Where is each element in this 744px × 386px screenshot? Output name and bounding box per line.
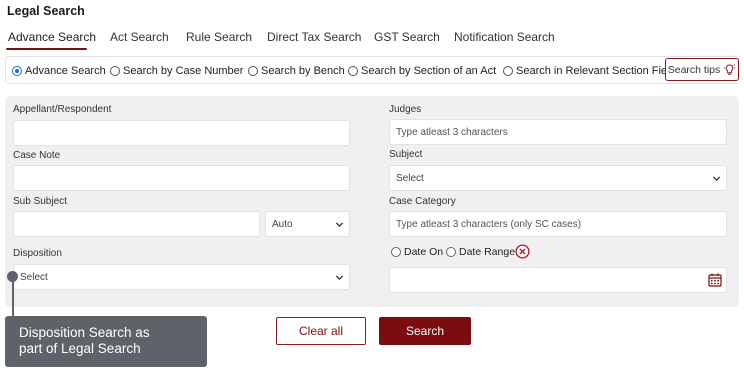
sub-subject-input[interactable] bbox=[13, 211, 260, 237]
case-note-input[interactable] bbox=[13, 165, 350, 191]
search-tips-label: Search tips bbox=[667, 63, 721, 76]
calendar-icon[interactable] bbox=[708, 273, 722, 287]
radio-label: Search in Relevant Section Field bbox=[516, 65, 676, 77]
case-category-input[interactable]: Type atleast 3 characters (only SC cases… bbox=[389, 211, 727, 237]
clear-date-icon[interactable] bbox=[515, 244, 530, 259]
disposition-label: Disposition bbox=[13, 248, 62, 259]
tab-direct-tax-search[interactable]: Direct Tax Search bbox=[267, 30, 361, 44]
radio-unchecked-icon bbox=[391, 247, 401, 257]
radio-label: Date Range bbox=[459, 246, 516, 258]
judges-input[interactable]: Type atleast 3 characters bbox=[389, 119, 727, 145]
tab-notification-search[interactable]: Notification Search bbox=[454, 30, 555, 44]
search-mode-row: Advance Search Search by Case Number Sea… bbox=[5, 56, 739, 84]
radio-unchecked-icon bbox=[446, 247, 456, 257]
radio-label: Search by Bench bbox=[261, 65, 345, 77]
search-button[interactable]: Search bbox=[379, 317, 471, 345]
sub-subject-label: Sub Subject bbox=[13, 196, 67, 207]
case-category-label: Case Category bbox=[389, 196, 456, 207]
chevron-down-icon bbox=[335, 275, 344, 281]
callout-line-1: Disposition Search as bbox=[19, 325, 150, 340]
case-note-label: Case Note bbox=[13, 150, 61, 161]
radio-label: Search by Section of an Act bbox=[361, 65, 497, 77]
tab-act-search[interactable]: Act Search bbox=[110, 30, 169, 44]
radio-label: Date On bbox=[404, 246, 444, 258]
callout-line-2: part of Legal Search bbox=[19, 341, 141, 356]
radio-unchecked-icon bbox=[248, 66, 258, 76]
appellant-input[interactable] bbox=[13, 120, 350, 146]
judges-label: Judges bbox=[389, 104, 422, 115]
sub-subject-mode-select[interactable]: Auto bbox=[265, 211, 350, 237]
radio-advance-search[interactable]: Advance Search bbox=[12, 65, 106, 77]
select-value: Auto bbox=[272, 218, 293, 230]
select-value: Select bbox=[20, 271, 48, 283]
radio-unchecked-icon bbox=[110, 66, 120, 76]
tab-rule-search[interactable]: Rule Search bbox=[186, 30, 252, 44]
radio-search-by-section[interactable]: Search by Section of an Act bbox=[348, 65, 496, 77]
search-tabs: Advance Search Act Search Rule Search Di… bbox=[0, 30, 744, 52]
disposition-select[interactable]: Select bbox=[13, 264, 350, 290]
callout-pointer-line bbox=[12, 276, 14, 317]
radio-unchecked-icon bbox=[348, 66, 358, 76]
annotation-callout: Disposition Search as part of Legal Sear… bbox=[5, 316, 207, 367]
appellant-label: Appellant/Respondent bbox=[13, 104, 112, 115]
radio-search-by-case-number[interactable]: Search by Case Number bbox=[110, 65, 243, 77]
chevron-down-icon bbox=[335, 222, 344, 228]
radio-date-range[interactable]: Date Range bbox=[446, 246, 515, 258]
radio-label: Advance Search bbox=[25, 65, 106, 77]
callout-pointer-dot bbox=[7, 271, 18, 282]
page-title: Legal Search bbox=[7, 4, 85, 18]
tab-gst-search[interactable]: GST Search bbox=[374, 30, 440, 44]
radio-date-on[interactable]: Date On bbox=[391, 246, 443, 258]
tab-advance-search[interactable]: Advance Search bbox=[8, 30, 96, 44]
subject-select[interactable]: Select bbox=[389, 165, 727, 191]
date-input[interactable] bbox=[389, 267, 727, 293]
chevron-down-icon bbox=[712, 176, 721, 182]
radio-search-by-bench[interactable]: Search by Bench bbox=[248, 65, 345, 77]
search-tips-button[interactable]: Search tips bbox=[665, 58, 739, 81]
radio-label: Search by Case Number bbox=[123, 65, 244, 77]
subject-label: Subject bbox=[389, 149, 423, 160]
select-value: Select bbox=[396, 172, 424, 184]
radio-checked-icon bbox=[12, 66, 22, 76]
clear-all-button[interactable]: Clear all bbox=[276, 317, 366, 345]
radio-unchecked-icon bbox=[503, 66, 513, 76]
lightbulb-icon bbox=[724, 64, 736, 75]
radio-search-relevant-section[interactable]: Search in Relevant Section Field bbox=[503, 65, 676, 77]
active-tab-indicator bbox=[6, 48, 87, 50]
